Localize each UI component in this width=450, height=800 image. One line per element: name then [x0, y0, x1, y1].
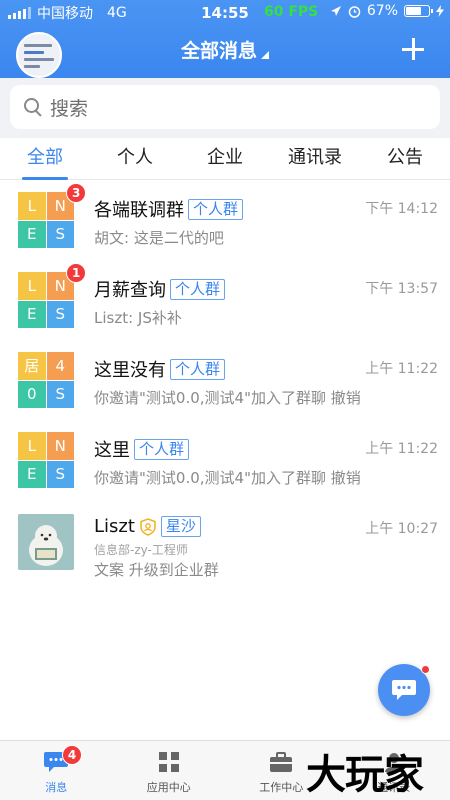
last-message: Liszt: JS补补: [94, 309, 182, 327]
location-tag: 星沙: [160, 516, 201, 537]
conversation-name: Liszt: [94, 516, 135, 537]
last-message: 你邀请"测试0.0,测试4"加入了群聊 撤销: [94, 389, 361, 407]
add-plus-icon[interactable]: [402, 38, 424, 60]
list-item[interactable]: LN ES 1 月薪查询 个人群 下午 13:57 Liszt: JS补补: [0, 260, 450, 340]
conversation-list: LN ES 3 各端联调群 个人群 下午 14:12 胡文: 这是二代的吧 LN…: [0, 180, 450, 592]
tab-enterprise[interactable]: 企业: [180, 138, 270, 179]
last-message: 胡文: 这是二代的吧: [94, 229, 224, 247]
notification-dot: [421, 665, 430, 674]
conversation-time: 上午 11:22: [365, 441, 438, 457]
dropdown-triangle-icon: [261, 51, 269, 59]
verified-badge-icon: [140, 517, 156, 536]
nav-messages[interactable]: 消息 4: [0, 741, 113, 800]
battery-icon: [404, 5, 433, 17]
search-placeholder: 搜索: [50, 97, 89, 120]
unread-badge: 1: [66, 263, 87, 283]
tab-contacts[interactable]: 通讯录: [270, 138, 360, 179]
search-area: 搜索: [0, 78, 450, 138]
conversation-time: 下午 13:57: [365, 281, 438, 297]
group-type-tag: 个人群: [170, 358, 226, 380]
tab-announcements[interactable]: 公告: [360, 138, 450, 179]
nav-label: 消息: [45, 781, 68, 794]
unread-badge: 3: [66, 183, 87, 203]
nav-app-center[interactable]: 应用中心: [113, 741, 226, 800]
conversation-time: 下午 14:12: [365, 201, 438, 217]
app-header: 中国移动 4G 14:55 60 FPS 67% 全部消息: [0, 0, 450, 78]
alarm-icon: [348, 5, 361, 18]
location-icon: [330, 6, 341, 16]
group-avatar: LN ES: [18, 192, 74, 248]
briefcase-icon: [270, 752, 293, 772]
conversation-name: 月薪查询: [94, 280, 166, 301]
contact-avatar: [18, 514, 74, 570]
fps-counter: 60 FPS: [264, 4, 319, 20]
group-type-tag: 个人群: [134, 438, 190, 460]
conversation-name: 各端联调群: [94, 200, 184, 221]
conversation-time: 上午 11:22: [365, 361, 438, 377]
nav-label: 应用中心: [146, 781, 191, 794]
battery-percent: 67%: [366, 3, 398, 19]
filter-tabs: 全部 个人 企业 通讯录 公告: [0, 138, 450, 180]
list-item[interactable]: 居4 0S 这里没有 个人群 上午 11:22 你邀请"测试0.0,测试4"加入…: [0, 340, 450, 420]
last-message: 文案 升级到企业群: [94, 561, 219, 579]
group-avatar: 居4 0S: [18, 352, 74, 408]
charging-icon: [436, 5, 444, 17]
conversation-name: 这里没有: [94, 360, 166, 381]
watermark-text: 大玩家: [306, 752, 424, 798]
tab-all[interactable]: 全部: [0, 138, 90, 180]
list-item[interactable]: LN ES 3 各端联调群 个人群 下午 14:12 胡文: 这是二代的吧: [0, 180, 450, 260]
tab-personal[interactable]: 个人: [90, 138, 180, 179]
title-dropdown[interactable]: 全部消息: [0, 36, 450, 63]
chat-bubble-icon: [392, 680, 416, 700]
group-avatar: LN ES: [18, 432, 74, 488]
search-icon: [24, 98, 42, 116]
carrier-label: 中国移动: [37, 6, 93, 22]
last-message: 你邀请"测试0.0,测试4"加入了群聊 撤销: [94, 469, 361, 487]
floating-chat-button[interactable]: [378, 664, 430, 716]
conversation-name: 这里: [94, 440, 130, 461]
group-avatar: LN ES: [18, 272, 74, 328]
contact-department: 信息部-zy-工程师: [94, 543, 188, 557]
signal-icon: [8, 7, 31, 19]
page-title: 全部消息: [180, 40, 257, 62]
status-bar: 中国移动 4G 14:55 60 FPS 67%: [0, 0, 450, 26]
app-grid-icon: [158, 752, 179, 772]
group-type-tag: 个人群: [188, 198, 244, 220]
group-type-tag: 个人群: [170, 278, 226, 300]
conversation-time: 上午 10:27: [365, 521, 438, 537]
network-label: 4G: [107, 5, 127, 21]
list-item[interactable]: LN ES 这里 个人群 上午 11:22 你邀请"测试0.0,测试4"加入了群…: [0, 420, 450, 500]
search-input[interactable]: 搜索: [10, 85, 440, 129]
unread-total-badge: 4: [62, 745, 82, 765]
list-item[interactable]: Liszt 星沙 上午 10:27 信息部-zy-工程师 文案 升级到企业群: [0, 500, 450, 592]
nav-label: 工作中心: [259, 781, 304, 794]
